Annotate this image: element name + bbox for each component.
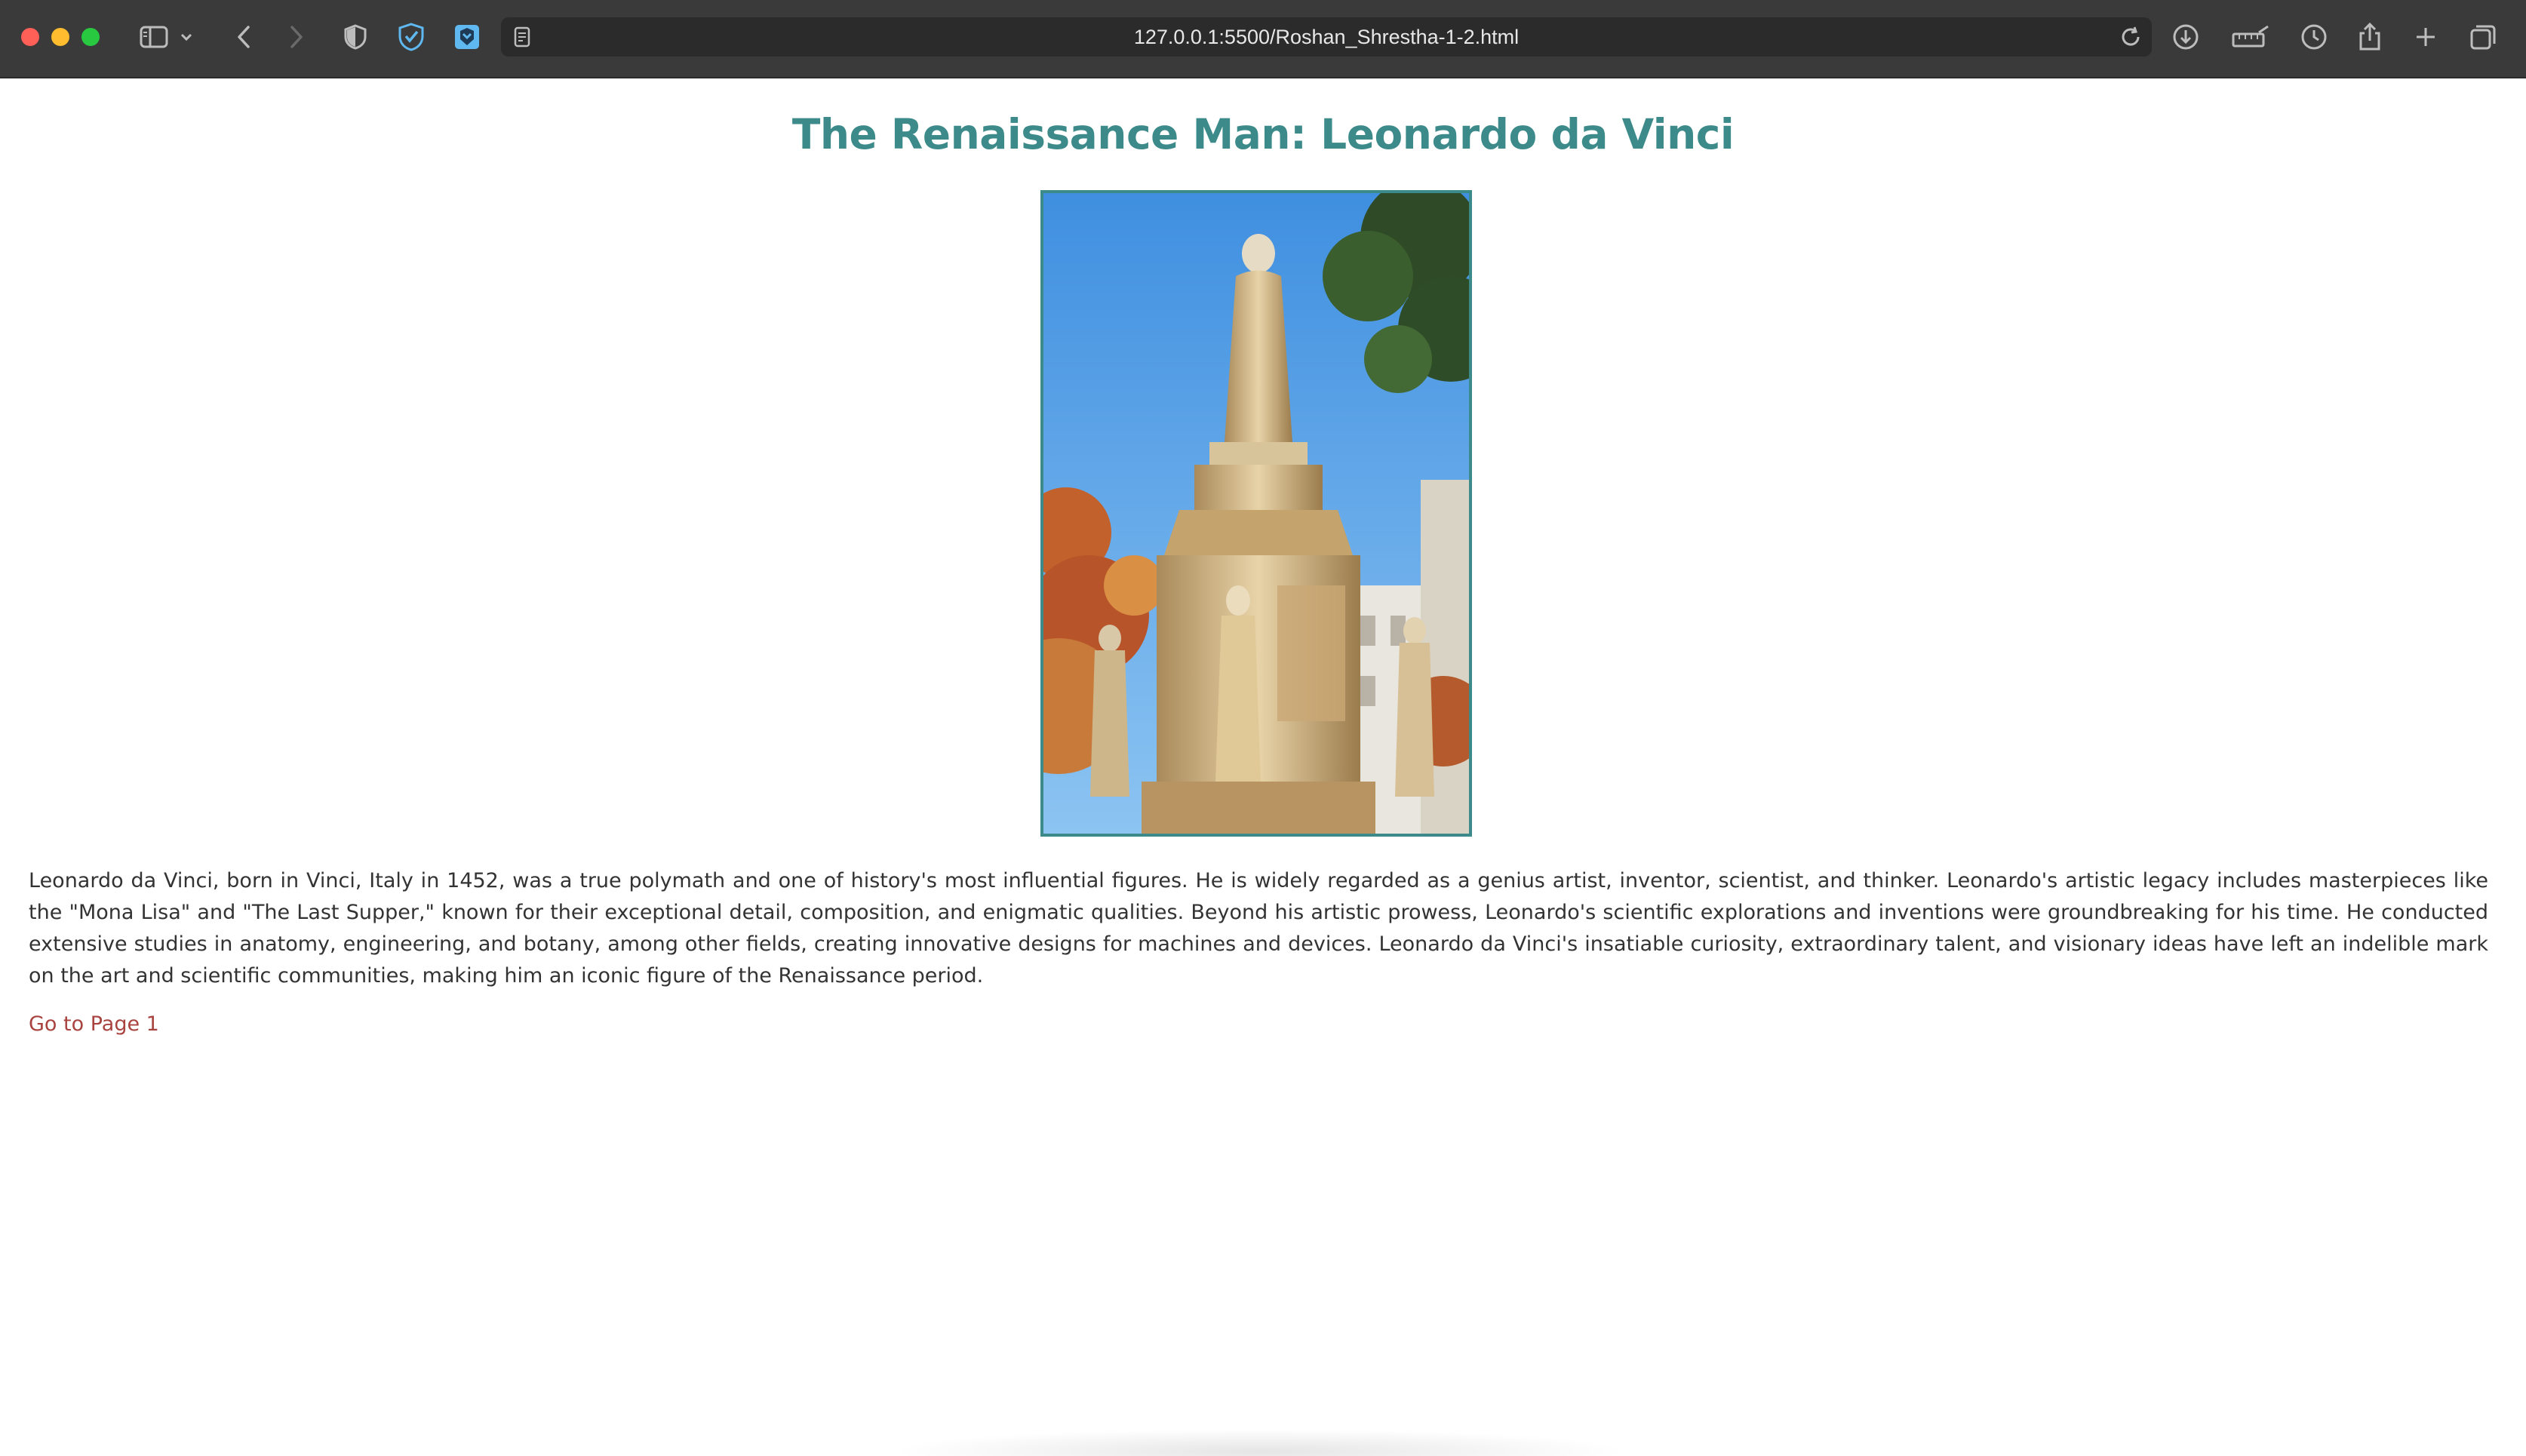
close-window-button[interactable] bbox=[21, 28, 39, 46]
adguard-icon[interactable] bbox=[394, 20, 429, 54]
url-text[interactable]: 127.0.0.1:5500/Roshan_Shrestha-1-2.html bbox=[501, 17, 2152, 57]
minimize-window-button[interactable] bbox=[51, 28, 69, 46]
biography-paragraph: Leonardo da Vinci, born in Vinci, Italy … bbox=[29, 869, 2488, 988]
forward-icon[interactable] bbox=[279, 20, 314, 54]
share-icon[interactable] bbox=[2352, 20, 2387, 54]
sidebar-icon[interactable] bbox=[137, 20, 171, 54]
ruler-icon[interactable] bbox=[2230, 20, 2271, 54]
browser-toolbar: 127.0.0.1:5500/Roshan_Shrestha-1-2.html bbox=[0, 0, 2526, 78]
reload-icon[interactable] bbox=[2119, 25, 2143, 52]
web-page: The Renaissance Man: Leonardo da Vinci L… bbox=[0, 78, 2526, 1456]
history-icon[interactable] bbox=[2297, 20, 2331, 54]
bottom-shadow bbox=[890, 1429, 1630, 1456]
leonardo-statue-photo bbox=[1040, 190, 1472, 837]
chevron-down-icon[interactable] bbox=[175, 20, 198, 54]
download-icon[interactable] bbox=[2168, 20, 2203, 54]
back-icon[interactable] bbox=[226, 20, 261, 54]
address-bar[interactable]: 127.0.0.1:5500/Roshan_Shrestha-1-2.html bbox=[501, 17, 2152, 57]
browser-window: 127.0.0.1:5500/Roshan_Shrestha-1-2.html … bbox=[0, 0, 2526, 1456]
page-title: The Renaissance Man: Leonardo da Vinci bbox=[791, 110, 1735, 158]
new-tab-icon[interactable] bbox=[2408, 20, 2443, 54]
tabs-overview-icon[interactable] bbox=[2466, 20, 2500, 54]
extension-icon[interactable] bbox=[450, 20, 484, 54]
zoom-window-button[interactable] bbox=[81, 28, 100, 46]
go-to-page-1-link[interactable]: Go to Page 1 bbox=[29, 1012, 159, 1036]
privacy-shield-icon[interactable] bbox=[338, 20, 373, 54]
